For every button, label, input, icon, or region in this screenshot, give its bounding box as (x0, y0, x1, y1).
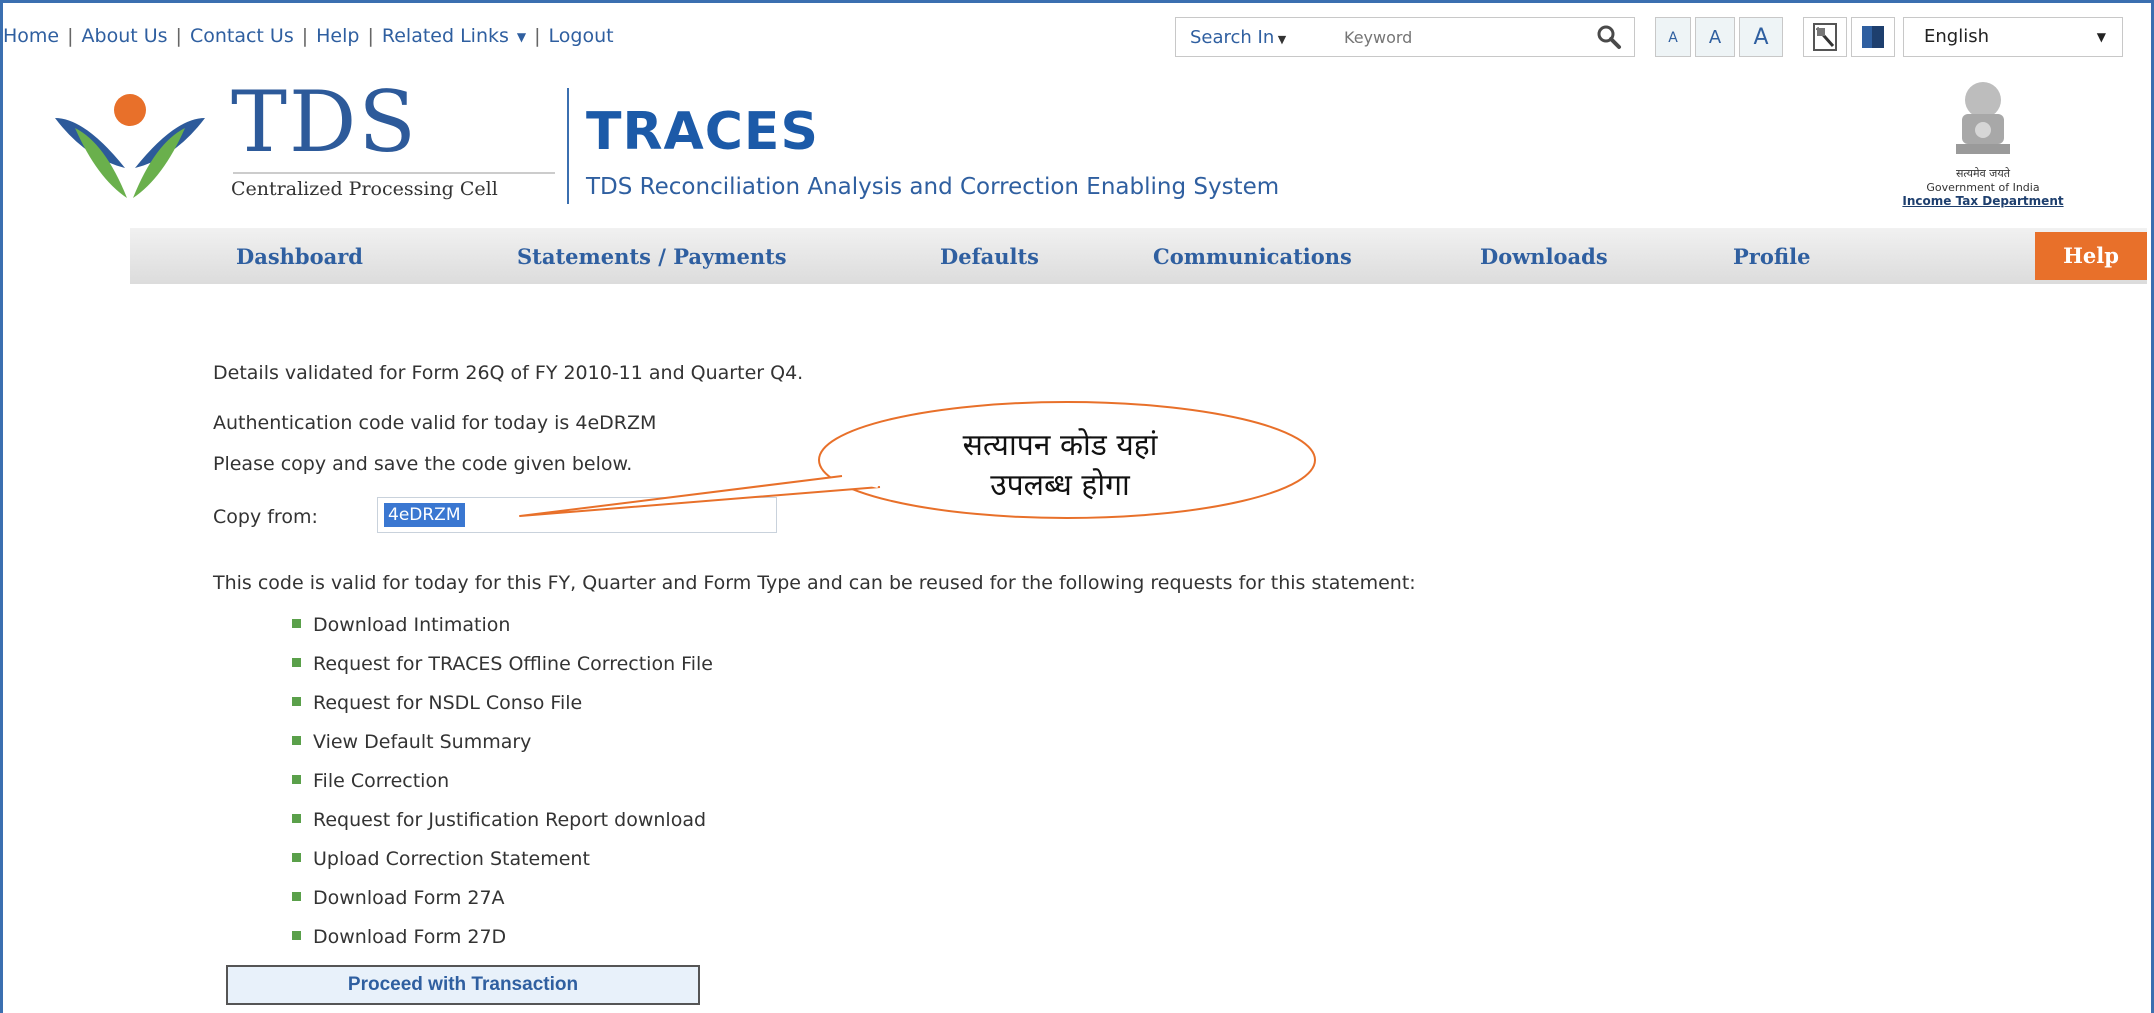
search-box: Search In ▼ (1175, 17, 1635, 57)
traces-title: TRACES (586, 102, 819, 162)
related-links-label: Related Links (381, 25, 509, 47)
bullet-icon (292, 931, 301, 940)
request-label: Request for NSDL Conso File (313, 692, 583, 714)
font-size-small-button[interactable]: A (1655, 17, 1691, 57)
list-item: Upload Correction Statement (292, 848, 590, 870)
search-in-label: Search In (1190, 27, 1275, 48)
auth-code-message: Authentication code valid for today is 4… (213, 412, 657, 434)
nav-communications[interactable]: Communications (1153, 244, 1352, 269)
bullet-icon (292, 814, 301, 823)
chevron-down-icon: ▼ (2096, 30, 2106, 44)
divider (567, 88, 569, 204)
bullet-icon (292, 658, 301, 667)
about-us-link[interactable]: About Us (82, 25, 168, 47)
income-tax-department-link[interactable]: Income Tax Department (1873, 194, 2093, 208)
language-value: English (1924, 26, 1989, 47)
tds-logo-icon (55, 94, 205, 198)
callout-text: सत्यापन कोड यहां उपलब्ध होगा (880, 426, 1240, 506)
list-item: Request for NSDL Conso File (292, 692, 582, 714)
cpc-subtitle: Centralized Processing Cell (231, 178, 498, 200)
callout-line-2: उपलब्ध होगा (990, 468, 1130, 503)
request-label: Download Intimation (313, 614, 511, 636)
nav-profile[interactable]: Profile (1733, 244, 1810, 269)
separator: | (301, 25, 309, 47)
separator: | (534, 25, 541, 47)
font-size-large-button[interactable]: A (1739, 17, 1783, 57)
nav-defaults[interactable]: Defaults (940, 244, 1039, 269)
proceed-with-transaction-button[interactable]: Proceed with Transaction (226, 965, 700, 1005)
bullet-icon (292, 775, 301, 784)
nav-downloads[interactable]: Downloads (1480, 244, 1608, 269)
separator: | (367, 25, 374, 47)
divider (233, 172, 555, 174)
request-label: Download Form 27A (313, 887, 505, 909)
list-item: Download Form 27A (292, 887, 505, 909)
search-icon[interactable] (1596, 24, 1622, 50)
contact-us-link[interactable]: Contact Us (190, 25, 294, 47)
request-label: Download Form 27D (313, 926, 507, 948)
auth-code-field[interactable]: 4eDRZM (377, 497, 777, 533)
request-label: File Correction (313, 770, 450, 792)
theme-icon (1862, 26, 1884, 48)
main-nav: Dashboard Statements / Payments Defaults… (130, 228, 2147, 284)
related-links-dropdown[interactable]: Related Links ▼ (382, 25, 526, 47)
separator: | (175, 25, 182, 47)
list-item: Request for Justification Report downloa… (292, 809, 706, 831)
caret-down-icon: ▼ (516, 29, 527, 44)
government-emblem: सत्यमेव जयते Government of India Income … (1873, 78, 2093, 218)
copy-instruction: Please copy and save the code given belo… (213, 453, 633, 475)
copy-from-label: Copy from: (213, 506, 318, 528)
top-links: Home | About Us | Contact Us | Help | Related Li… (3, 25, 614, 47)
satyamev-jayate: सत्यमेव जयते (1955, 167, 2010, 180)
list-item: View Default Summary (292, 731, 531, 753)
caret-down-icon: ▼ (1274, 33, 1287, 46)
validity-note: This code is valid for today for this FY… (213, 572, 1416, 594)
logout-link[interactable]: Logout (549, 25, 614, 47)
request-label: Upload Correction Statement (313, 848, 590, 870)
bullet-icon (292, 892, 301, 901)
top-utility-bar: Home | About Us | Contact Us | Help | Related Li… (3, 3, 2151, 71)
site-header: TDS Centralized Processing Cell TRACES T… (3, 74, 2151, 224)
bullet-icon (292, 619, 301, 628)
request-label: Request for TRACES Offline Correction Fi… (313, 653, 713, 675)
language-select[interactable]: English ▼ (1903, 17, 2123, 57)
callout-line-1: सत्यापन कोड यहां (962, 428, 1158, 463)
traces-subtitle: TDS Reconciliation Analysis and Correcti… (586, 174, 1280, 200)
nav-help[interactable]: Help (2035, 232, 2147, 280)
color-theme-button[interactable] (1851, 17, 1895, 57)
tds-title: TDS (231, 73, 418, 171)
contrast-icon (1813, 23, 1837, 51)
font-size-medium-button[interactable]: A (1695, 17, 1735, 57)
government-of-india: Government of India (1926, 181, 2040, 194)
list-item: Request for TRACES Offline Correction Fi… (292, 653, 713, 675)
auth-code-value: 4eDRZM (384, 503, 465, 527)
separator: | (67, 25, 74, 47)
bullet-icon (292, 853, 301, 862)
keyword-input[interactable] (1344, 28, 1544, 47)
national-emblem-icon (1956, 82, 2010, 154)
list-item: Download Form 27D (292, 926, 506, 948)
bullet-icon (292, 736, 301, 745)
high-contrast-button[interactable] (1803, 17, 1847, 57)
bullet-icon (292, 697, 301, 706)
nav-statements-payments[interactable]: Statements / Payments (517, 244, 787, 269)
request-label: Request for Justification Report downloa… (313, 809, 707, 831)
nav-dashboard[interactable]: Dashboard (236, 244, 363, 269)
validated-message: Details validated for Form 26Q of FY 201… (213, 362, 804, 384)
request-label: View Default Summary (313, 731, 532, 753)
home-link[interactable]: Home (3, 25, 59, 47)
search-in-dropdown[interactable]: Search In ▼ (1190, 27, 1286, 48)
list-item: File Correction (292, 770, 449, 792)
list-item: Download Intimation (292, 614, 510, 636)
help-link[interactable]: Help (316, 25, 359, 47)
